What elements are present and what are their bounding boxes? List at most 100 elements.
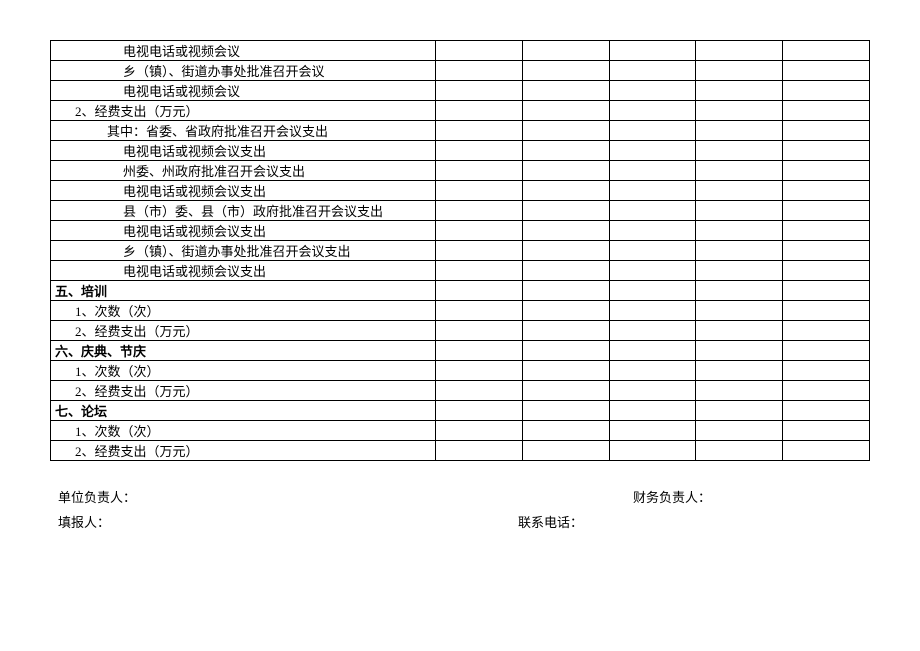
data-cell: [522, 81, 609, 101]
data-cell: [522, 101, 609, 121]
data-cell: [696, 441, 783, 461]
table-row: 电视电话或视频会议支出: [51, 221, 870, 241]
table-row: 乡（镇）、街道办事处批准召开会议: [51, 61, 870, 81]
table-row: 其中：省委、省政府批准召开会议支出: [51, 121, 870, 141]
data-cell: [522, 221, 609, 241]
unit-leader-label: 单位负责人：: [58, 487, 633, 506]
data-cell: [783, 81, 870, 101]
data-cell: [696, 41, 783, 61]
data-cell: [696, 341, 783, 361]
data-cell: [696, 121, 783, 141]
row-label: 其中：省委、省政府批准召开会议支出: [51, 121, 436, 141]
data-cell: [522, 261, 609, 281]
table-row: 2、经费支出（万元）: [51, 381, 870, 401]
data-cell: [696, 141, 783, 161]
data-cell: [609, 141, 696, 161]
table-row: 六、庆典、节庆: [51, 341, 870, 361]
row-label: 六、庆典、节庆: [51, 341, 436, 361]
data-cell: [783, 281, 870, 301]
data-cell: [783, 41, 870, 61]
row-label: 2、经费支出（万元）: [51, 321, 436, 341]
row-label: 乡（镇）、街道办事处批准召开会议: [51, 61, 436, 81]
table-row: 1、次数（次）: [51, 361, 870, 381]
row-label: 电视电话或视频会议支出: [51, 181, 436, 201]
row-label: 电视电话或视频会议支出: [51, 261, 436, 281]
data-cell: [436, 321, 523, 341]
data-cell: [609, 121, 696, 141]
data-cell: [783, 221, 870, 241]
data-cell: [783, 321, 870, 341]
data-cell: [436, 221, 523, 241]
data-cell: [783, 241, 870, 261]
data-cell: [696, 81, 783, 101]
table-row: 电视电话或视频会议支出: [51, 141, 870, 161]
row-label: 1、次数（次）: [51, 301, 436, 321]
data-cell: [696, 181, 783, 201]
data-cell: [783, 341, 870, 361]
row-label: 2、经费支出（万元）: [51, 381, 436, 401]
data-cell: [522, 201, 609, 221]
row-label: 电视电话或视频会议支出: [51, 141, 436, 161]
data-cell: [436, 81, 523, 101]
data-cell: [609, 321, 696, 341]
data-cell: [436, 401, 523, 421]
data-cell: [783, 361, 870, 381]
data-cell: [522, 161, 609, 181]
data-cell: [609, 421, 696, 441]
data-cell: [436, 61, 523, 81]
data-cell: [696, 201, 783, 221]
data-cell: [436, 301, 523, 321]
data-cell: [609, 401, 696, 421]
data-cell: [696, 401, 783, 421]
table-row: 1、次数（次）: [51, 421, 870, 441]
table-row: 2、经费支出（万元）: [51, 321, 870, 341]
data-cell: [783, 121, 870, 141]
row-label: 2、经费支出（万元）: [51, 441, 436, 461]
data-cell: [522, 301, 609, 321]
data-cell: [436, 361, 523, 381]
row-label: 电视电话或视频会议: [51, 41, 436, 61]
table-row: 州委、州政府批准召开会议支出: [51, 161, 870, 181]
row-label: 1、次数（次）: [51, 421, 436, 441]
table-row: 1、次数（次）: [51, 301, 870, 321]
row-label: 五、培训: [51, 281, 436, 301]
data-cell: [522, 41, 609, 61]
table-row: 2、经费支出（万元）: [51, 441, 870, 461]
table-row: 七、论坛: [51, 401, 870, 421]
data-cell: [436, 121, 523, 141]
data-cell: [436, 261, 523, 281]
data-cell: [522, 421, 609, 441]
data-cell: [696, 221, 783, 241]
data-cell: [609, 281, 696, 301]
data-cell: [436, 41, 523, 61]
data-cell: [522, 381, 609, 401]
table-row: 县（市）委、县（市）政府批准召开会议支出: [51, 201, 870, 221]
row-label: 县（市）委、县（市）政府批准召开会议支出: [51, 201, 436, 221]
data-cell: [522, 181, 609, 201]
table-row: 乡（镇）、街道办事处批准召开会议支出: [51, 241, 870, 261]
data-cell: [436, 281, 523, 301]
data-cell: [783, 181, 870, 201]
data-cell: [522, 441, 609, 461]
data-cell: [696, 161, 783, 181]
data-cell: [609, 381, 696, 401]
table-row: 电视电话或视频会议: [51, 81, 870, 101]
row-label: 电视电话或视频会议支出: [51, 221, 436, 241]
data-cell: [696, 361, 783, 381]
table-row: 电视电话或视频会议支出: [51, 181, 870, 201]
data-cell: [609, 441, 696, 461]
phone-label: 联系电话：: [518, 512, 583, 531]
data-cell: [522, 341, 609, 361]
finance-leader-label: 财务负责人：: [633, 487, 711, 506]
data-cell: [696, 61, 783, 81]
data-cell: [436, 421, 523, 441]
data-cell: [522, 401, 609, 421]
data-cell: [436, 161, 523, 181]
data-cell: [696, 101, 783, 121]
data-cell: [436, 181, 523, 201]
data-cell: [436, 241, 523, 261]
data-cell: [436, 381, 523, 401]
data-cell: [696, 321, 783, 341]
data-cell: [783, 141, 870, 161]
data-cell: [609, 41, 696, 61]
